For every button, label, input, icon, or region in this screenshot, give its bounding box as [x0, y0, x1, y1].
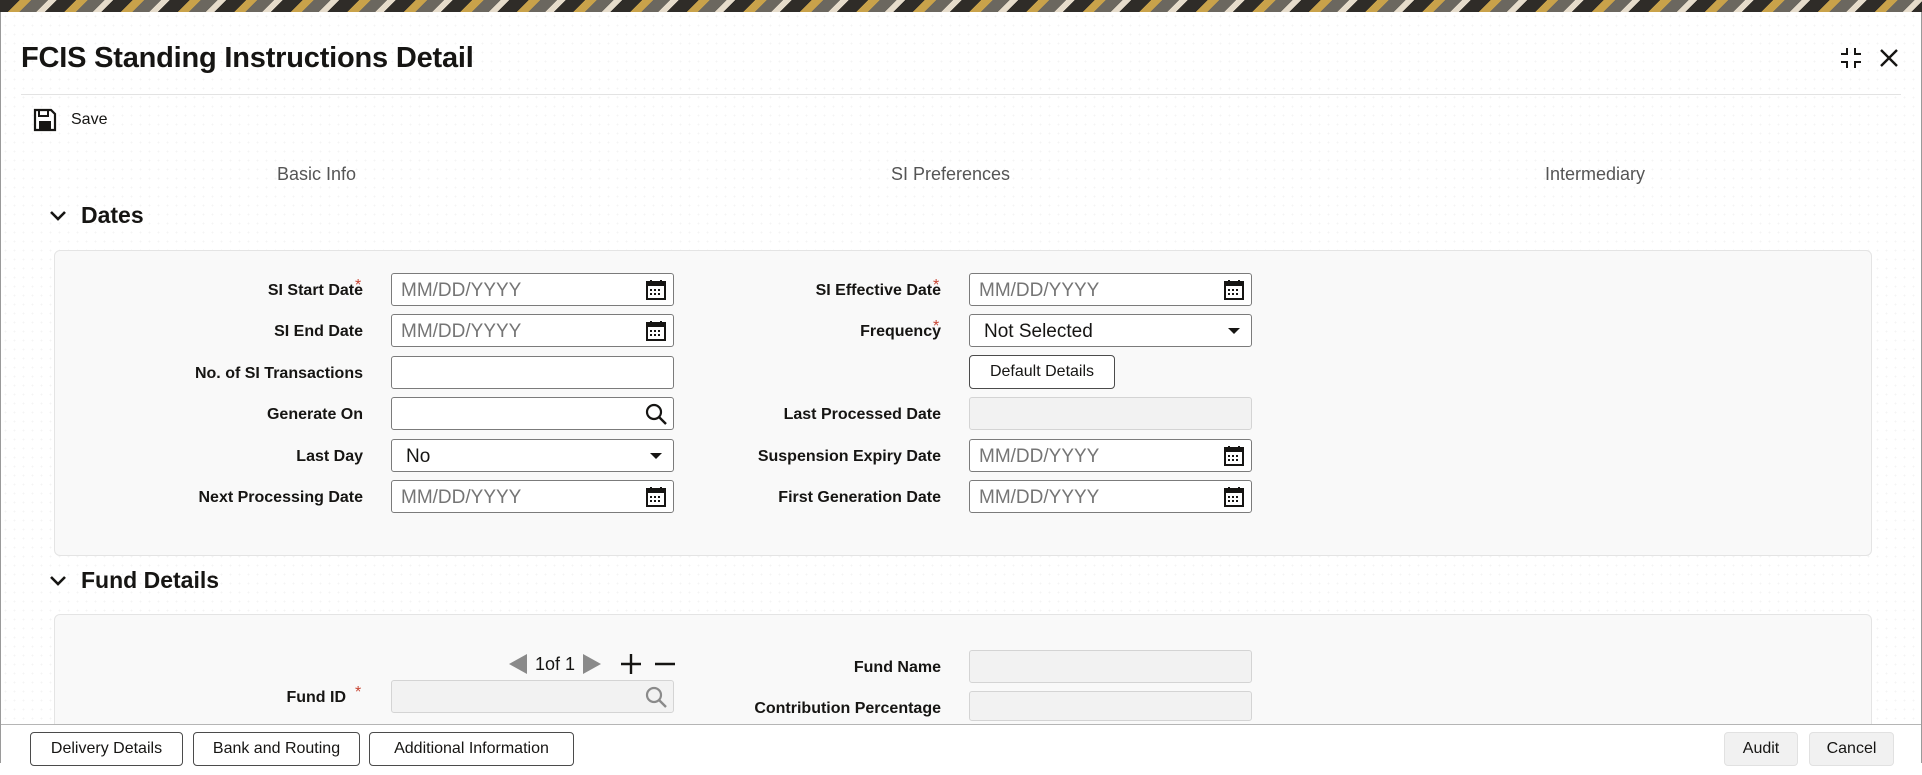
restore-icon[interactable]: [1837, 44, 1865, 72]
cancel-button[interactable]: Cancel: [1809, 732, 1894, 766]
header-divider: [21, 94, 1901, 95]
chevron-down-icon: [650, 453, 662, 459]
previous-page-icon[interactable]: [507, 652, 529, 676]
tab-si-preferences[interactable]: SI Preferences: [891, 164, 1010, 185]
pager-text: 1of 1: [535, 653, 576, 674]
required-marker: *: [933, 318, 940, 335]
fund-id-field[interactable]: [391, 680, 674, 713]
fund-name-field: [969, 650, 1252, 683]
si-end-date-field[interactable]: [391, 314, 674, 347]
save-button[interactable]: Save: [33, 108, 107, 132]
audit-button[interactable]: Audit: [1724, 732, 1798, 766]
dates-section-title: Dates: [81, 202, 144, 228]
default-details-button[interactable]: Default Details: [969, 355, 1115, 389]
next-processing-date-input[interactable]: [399, 486, 633, 510]
calendar-icon[interactable]: [645, 279, 667, 301]
first-generation-date-field[interactable]: [969, 480, 1252, 513]
page-title: FCIS Standing Instructions Detail: [21, 42, 474, 74]
no-of-si-transactions-field[interactable]: [391, 356, 674, 389]
dialog-window: FCIS Standing Instructions Detail Save B…: [0, 12, 1922, 775]
si-effective-date-field[interactable]: [969, 273, 1252, 306]
next-processing-date-field[interactable]: [391, 480, 674, 513]
required-marker: *: [355, 277, 362, 294]
tab-basic-info[interactable]: Basic Info: [277, 164, 356, 185]
required-marker: *: [933, 277, 940, 294]
first-generation-date-input[interactable]: [977, 486, 1211, 510]
fund-name-label: Fund Name: [853, 659, 941, 676]
decorative-header-strip: [0, 0, 1922, 12]
last-processed-date-label: Last Processed Date: [783, 406, 941, 423]
next-page-icon[interactable]: [581, 652, 603, 676]
last-day-value: No: [406, 446, 431, 467]
fund-details-section-title: Fund Details: [81, 567, 220, 593]
additional-information-button[interactable]: Additional Information: [369, 732, 574, 766]
calendar-icon[interactable]: [1223, 486, 1245, 508]
suspension-expiry-date-input[interactable]: [977, 445, 1211, 469]
save-label: Save: [71, 111, 108, 128]
calendar-icon[interactable]: [1223, 445, 1245, 467]
contribution-percentage-field: [969, 691, 1252, 721]
contribution-percentage-label: Contribution Percentage: [754, 700, 941, 717]
search-icon[interactable]: [645, 403, 667, 425]
no-of-si-transactions-label: No. of SI Transactions: [194, 365, 363, 382]
last-processed-date-field: [969, 397, 1252, 430]
si-effective-date-input[interactable]: [977, 279, 1211, 303]
frequency-select[interactable]: Not Selected: [969, 314, 1252, 347]
suspension-expiry-date-label: Suspension Expiry Date: [757, 448, 941, 465]
generate-on-field[interactable]: [391, 397, 674, 430]
chevron-down-icon: [1228, 328, 1240, 334]
si-start-date-input[interactable]: [399, 279, 633, 303]
frequency-value: Not Selected: [984, 321, 1093, 342]
first-generation-date-label: First Generation Date: [778, 489, 941, 506]
chevron-down-icon: [50, 210, 66, 221]
generate-on-label: Generate On: [266, 406, 363, 423]
close-icon[interactable]: [1875, 44, 1903, 72]
calendar-icon[interactable]: [645, 486, 667, 508]
si-end-date-label: SI End Date: [274, 323, 363, 340]
tab-intermediary[interactable]: Intermediary: [1545, 164, 1645, 185]
add-row-icon[interactable]: [617, 652, 645, 676]
no-of-si-transactions-input[interactable]: [399, 362, 633, 386]
search-icon[interactable]: [645, 686, 667, 708]
delivery-details-button[interactable]: Delivery Details: [30, 732, 183, 766]
save-icon: [33, 108, 57, 132]
delete-row-icon[interactable]: [651, 652, 679, 676]
required-marker: *: [355, 684, 362, 701]
si-effective-date-label: SI Effective Date: [815, 282, 941, 299]
footer-bar: Delivery Details Bank and Routing Additi…: [1, 724, 1921, 775]
fund-details-section-toggle[interactable]: Fund Details: [49, 567, 219, 594]
calendar-icon[interactable]: [645, 320, 667, 342]
last-day-select[interactable]: No: [391, 439, 674, 472]
dates-section-toggle[interactable]: Dates: [49, 202, 144, 229]
frequency-label: Frequency: [860, 323, 941, 340]
si-end-date-input[interactable]: [399, 320, 633, 344]
si-start-date-field[interactable]: [391, 273, 674, 306]
calendar-icon[interactable]: [1223, 279, 1245, 301]
suspension-expiry-date-field[interactable]: [969, 439, 1252, 472]
next-processing-date-label: Next Processing Date: [198, 489, 363, 506]
chevron-down-icon: [50, 575, 66, 586]
fund-id-label: Fund ID: [286, 689, 346, 706]
bank-and-routing-button[interactable]: Bank and Routing: [193, 732, 360, 766]
fund-details-panel: [54, 614, 1872, 736]
last-day-label: Last Day: [296, 448, 363, 465]
fund-pager: 1of 1: [507, 652, 679, 676]
generate-on-input[interactable]: [399, 403, 633, 427]
si-start-date-label: SI Start Date: [267, 282, 363, 299]
